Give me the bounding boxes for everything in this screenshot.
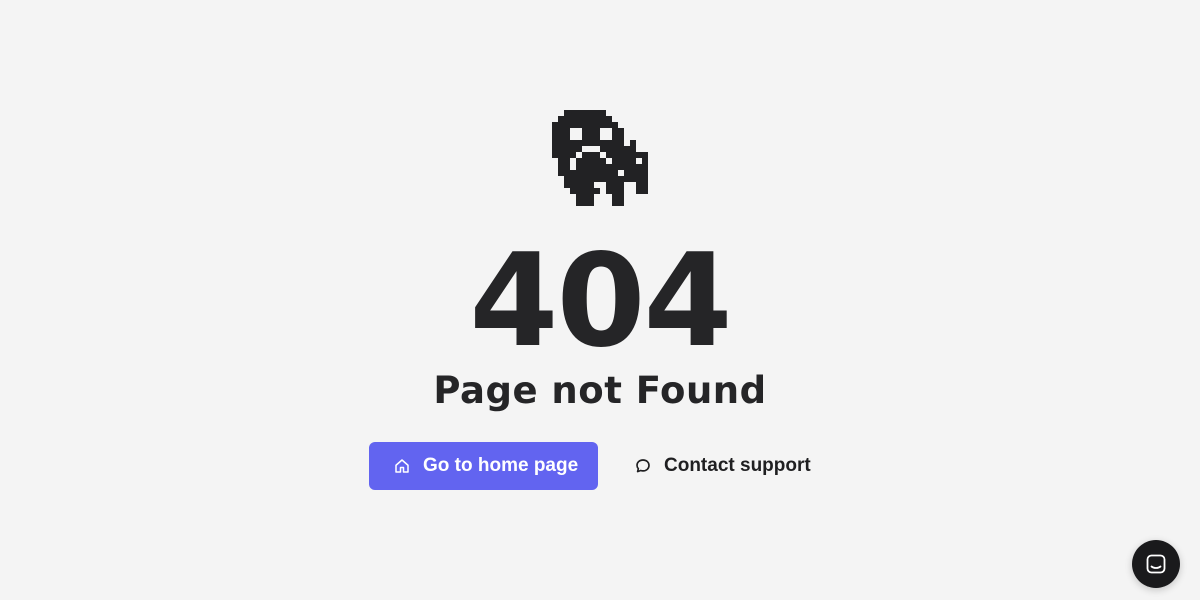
pixel-ghost-icon bbox=[552, 110, 648, 206]
home-button[interactable]: Go to home page bbox=[369, 442, 598, 490]
chat-launcher-button[interactable] bbox=[1132, 540, 1180, 588]
not-found-page: 404 Page not Found Go to home page Conta… bbox=[0, 0, 1200, 600]
page-title: Page not Found bbox=[433, 369, 767, 412]
home-icon bbox=[393, 457, 411, 475]
action-bar: Go to home page Contact support bbox=[369, 442, 811, 490]
contact-support-label: Contact support bbox=[664, 455, 811, 476]
error-code: 404 bbox=[469, 227, 732, 376]
home-button-label: Go to home page bbox=[423, 455, 579, 476]
contact-support-button[interactable]: Contact support bbox=[634, 442, 811, 490]
chat-messenger-icon bbox=[1146, 554, 1166, 574]
chat-bubble-icon bbox=[634, 457, 652, 475]
